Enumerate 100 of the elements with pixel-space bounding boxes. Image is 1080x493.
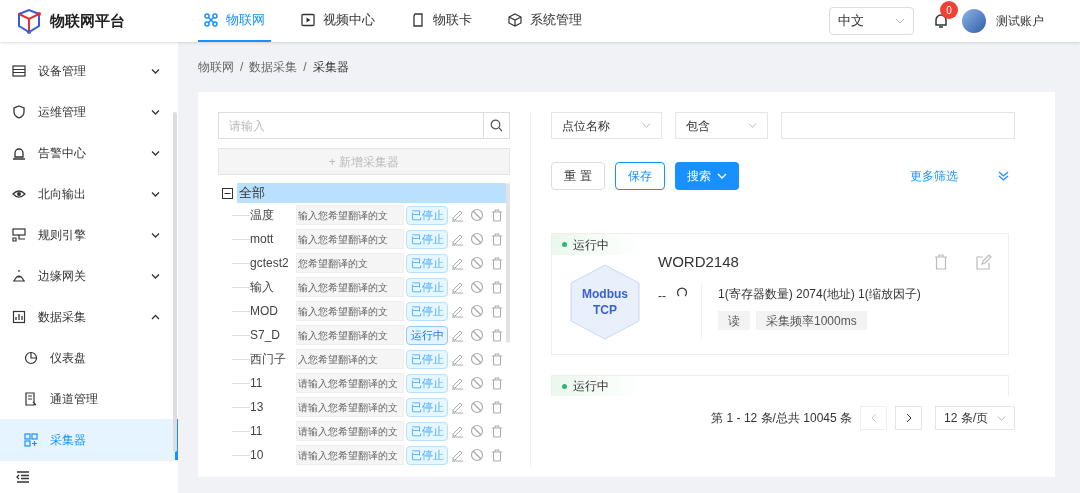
node-name-field[interactable]: 请输入您希望翻译的文 <box>296 397 404 417</box>
previous-page-button[interactable] <box>860 406 887 430</box>
status-tag: 已停止 <box>406 229 448 249</box>
pencil-icon[interactable] <box>451 448 465 462</box>
sidebar-subitem[interactable]: 仪表盘 <box>0 337 178 378</box>
page-size-select[interactable]: 12 条/页 <box>935 406 1015 430</box>
node-name-field[interactable]: 请输入您希望翻译的文 <box>296 373 404 393</box>
trash-icon[interactable] <box>490 400 503 414</box>
pie-chart-icon <box>24 350 38 365</box>
tree-root-node[interactable]: 全部 <box>237 183 506 203</box>
node-name-field[interactable]: 输入您希望翻译的文 <box>296 229 404 249</box>
trash-icon[interactable] <box>490 232 503 246</box>
filter-value-field[interactable] <box>781 112 1015 139</box>
next-page-button[interactable] <box>895 406 922 430</box>
sidebar-item[interactable]: 规则引擎 <box>0 214 178 255</box>
pencil-icon[interactable] <box>451 232 465 246</box>
tree-node-name[interactable]: 西门子 <box>250 350 296 368</box>
node-name-field[interactable]: 您希望翻译的文 <box>296 253 404 273</box>
pencil-icon[interactable] <box>451 352 465 366</box>
tree-node-name[interactable]: gctest2 <box>250 254 296 272</box>
play-icon <box>301 13 315 27</box>
node-name-field[interactable]: 输入您希望翻译的文 <box>296 277 404 297</box>
tree-node-name[interactable]: 输入 <box>250 278 296 296</box>
chevron-down-icon <box>151 190 160 197</box>
node-name-field[interactable]: 输入您希望翻译的文 <box>296 325 404 345</box>
sidebar-item[interactable]: 北向输出 <box>0 173 178 214</box>
attribute-tag: 采集频率1000ms <box>756 311 867 330</box>
collapse-icon[interactable] <box>222 187 233 199</box>
disable-icon[interactable] <box>470 352 485 366</box>
tree-node-name[interactable]: 11 <box>250 374 296 392</box>
sidebar-subitem[interactable]: 通道管理 <box>0 378 178 419</box>
pencil-icon[interactable] <box>451 400 465 414</box>
disable-icon[interactable] <box>470 328 485 342</box>
edit-icon[interactable] <box>976 254 992 270</box>
node-name-field[interactable]: 请输入您希望翻译的文 <box>296 421 404 441</box>
avatar[interactable] <box>962 9 986 33</box>
collector-card[interactable]: 运行中 <box>551 375 1009 396</box>
trash-icon[interactable] <box>490 448 503 462</box>
node-name-field[interactable]: 输入您希望翻译的文 <box>296 301 404 321</box>
pencil-icon[interactable] <box>451 424 465 438</box>
sidebar-item[interactable]: 数据采集 <box>0 296 178 337</box>
bell-icon[interactable] <box>934 13 948 29</box>
trash-icon[interactable] <box>490 304 503 318</box>
disable-icon[interactable] <box>470 448 485 462</box>
tree-node-name[interactable]: 11 <box>250 422 296 440</box>
breadcrumb-link[interactable]: 数据采集 <box>249 58 298 76</box>
pencil-icon[interactable] <box>451 304 465 318</box>
collector-card[interactable]: 运行中 Modbus TCP WORD2148 -- 1(寄存器数量) 2074(地址) 1(缩放因子) 读 采集频率1000ms <box>551 233 1009 355</box>
pencil-icon[interactable] <box>451 256 465 270</box>
trash-icon[interactable] <box>934 254 948 270</box>
trash-icon[interactable] <box>490 424 503 438</box>
tree-node-name[interactable]: 13 <box>250 398 296 416</box>
pencil-icon[interactable] <box>451 376 465 390</box>
collapse-menu-icon[interactable] <box>16 471 30 483</box>
node-name-field[interactable]: 请输入您希望翻译的文 <box>296 445 404 465</box>
double-chevron-down-icon[interactable] <box>998 171 1009 181</box>
sidebar-item[interactable]: 告警中心 <box>0 132 178 173</box>
nav-tab[interactable]: 系统管理 <box>502 0 588 42</box>
disable-icon[interactable] <box>470 232 485 246</box>
field-select[interactable]: 点位名称 <box>551 112 662 139</box>
sidebar-item[interactable]: 设备管理 <box>0 50 178 91</box>
disable-icon[interactable] <box>470 256 485 270</box>
disable-icon[interactable] <box>470 304 485 318</box>
tree-search-field[interactable]: 请输入 <box>218 112 484 139</box>
disable-icon[interactable] <box>470 400 485 414</box>
pencil-icon[interactable] <box>451 280 465 294</box>
sidebar-item[interactable]: 运维管理 <box>0 91 178 132</box>
tree-node-name[interactable]: 10 <box>250 446 296 464</box>
reset-button[interactable]: 重 置 <box>551 162 605 190</box>
pencil-icon[interactable] <box>451 208 465 222</box>
operator-select[interactable]: 包含 <box>675 112 768 139</box>
trash-icon[interactable] <box>490 352 503 366</box>
trash-icon[interactable] <box>490 280 503 294</box>
language-select[interactable]: 中文 <box>829 7 914 35</box>
trash-icon[interactable] <box>490 256 503 270</box>
refresh-icon[interactable] <box>676 287 688 299</box>
disable-icon[interactable] <box>470 208 485 222</box>
user-name[interactable]: 测试账户 <box>996 12 1044 30</box>
status-tag: 已停止 <box>406 253 448 273</box>
server-icon <box>12 63 26 78</box>
pagination-summary: 第 1 - 12 条/总共 10045 条 <box>711 410 852 427</box>
nav-tab[interactable]: 视频中心 <box>295 0 381 42</box>
trash-icon[interactable] <box>490 208 503 222</box>
node-name-field[interactable]: 入您希望翻译的文 <box>296 349 404 369</box>
trash-icon[interactable] <box>490 328 503 342</box>
tree-node-name[interactable]: MOD <box>250 302 296 320</box>
disable-icon[interactable] <box>470 424 485 438</box>
breadcrumb-link[interactable]: 物联网 <box>198 58 234 76</box>
tree-node-name[interactable]: 温度 <box>250 206 296 224</box>
trash-icon[interactable] <box>490 376 503 390</box>
search-icon[interactable] <box>490 119 503 132</box>
node-name-field[interactable]: 输入您希望翻译的文 <box>296 205 404 225</box>
pencil-icon[interactable] <box>451 328 465 342</box>
tree-node-name[interactable]: S7_D <box>250 326 296 344</box>
tree-node-name[interactable]: mott <box>250 230 296 248</box>
sidebar-item[interactable]: 边缘网关 <box>0 255 178 296</box>
disable-icon[interactable] <box>470 376 485 390</box>
nav-tab[interactable]: 物联卡 <box>405 0 478 42</box>
disable-icon[interactable] <box>470 280 485 294</box>
point-name: WORD2148 <box>658 251 740 272</box>
